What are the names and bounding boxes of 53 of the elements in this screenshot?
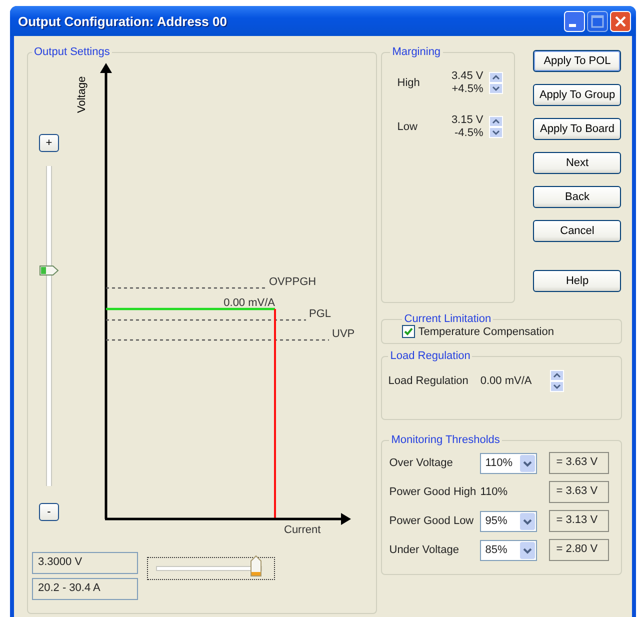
threshold-voltage: = 3.63 V [549,452,610,474]
load-regulation-value: 0.00 mV/A [480,375,532,387]
group-title: Margining [391,46,442,58]
regulation-label: 0.00 mV/A [224,297,275,309]
voltage-field[interactable]: 3.3000 V [32,552,138,574]
percent-dropdown[interactable]: 85% [480,540,538,560]
current-range-field[interactable]: 20.2 - 30.4 A [32,578,138,600]
slider-thumb[interactable] [250,555,262,577]
spin-button[interactable] [489,116,504,138]
threshold-name: Power Good High [389,486,478,498]
dialog-button[interactable]: Next [533,152,622,174]
spin-button[interactable] [489,72,504,94]
dialog-button[interactable]: Back [533,186,622,208]
group-title: Current Limitation [403,313,492,325]
margin-voltage: 3.45 V [451,70,484,83]
group-title: Monitoring Thresholds [390,434,501,446]
threshold-name: Power Good Low [389,515,475,527]
margin-percent: -4.5% [454,127,484,140]
spin-button[interactable] [550,370,564,392]
decrease-button[interactable]: - [39,503,59,521]
checkbox-label: Temperature Compensation [418,326,554,338]
margin-percent: +4.5% [452,83,484,96]
dialog-button[interactable]: Apply To POL [533,50,622,72]
threshold-name: Over Voltage [389,457,454,469]
margin-label: High [397,77,421,89]
group-title: Output Settings [33,46,111,58]
dialog-button[interactable]: Apply To Group [533,84,622,106]
current-slider[interactable] [147,557,275,580]
threshold-voltage: = 3.13 V [549,510,610,532]
slider-thumb[interactable] [39,264,59,276]
percent-dropdown[interactable]: 110% [480,452,538,474]
increase-button[interactable]: + [39,134,59,152]
minimize-icon[interactable] [564,10,585,32]
close-icon[interactable] [610,10,631,32]
axis-label: Current [284,524,321,536]
percent-value: 110% [480,486,509,498]
threshold-label: OVPPGH [269,276,316,288]
dialog-button[interactable]: Apply To Board [533,118,622,140]
field-label: Load Regulation [388,375,468,387]
dialog-button[interactable]: Cancel [533,220,622,242]
checkbox[interactable] [402,325,416,338]
axis-label: Voltage [76,76,88,113]
window-title: Output Configuration: Address 00 [18,14,227,28]
group-title: Load Regulation [389,350,472,362]
threshold-label: UVP [332,328,355,340]
dialog-button[interactable]: Help [533,270,622,292]
threshold-label: PGL [309,308,332,320]
margin-voltage: 3.15 V [451,114,484,127]
threshold-name: Under Voltage [389,544,460,556]
threshold-voltage: = 2.80 V [549,539,610,561]
percent-dropdown[interactable]: 95% [480,510,538,532]
threshold-voltage: = 3.63 V [549,481,610,503]
margin-label: Low [397,121,418,133]
